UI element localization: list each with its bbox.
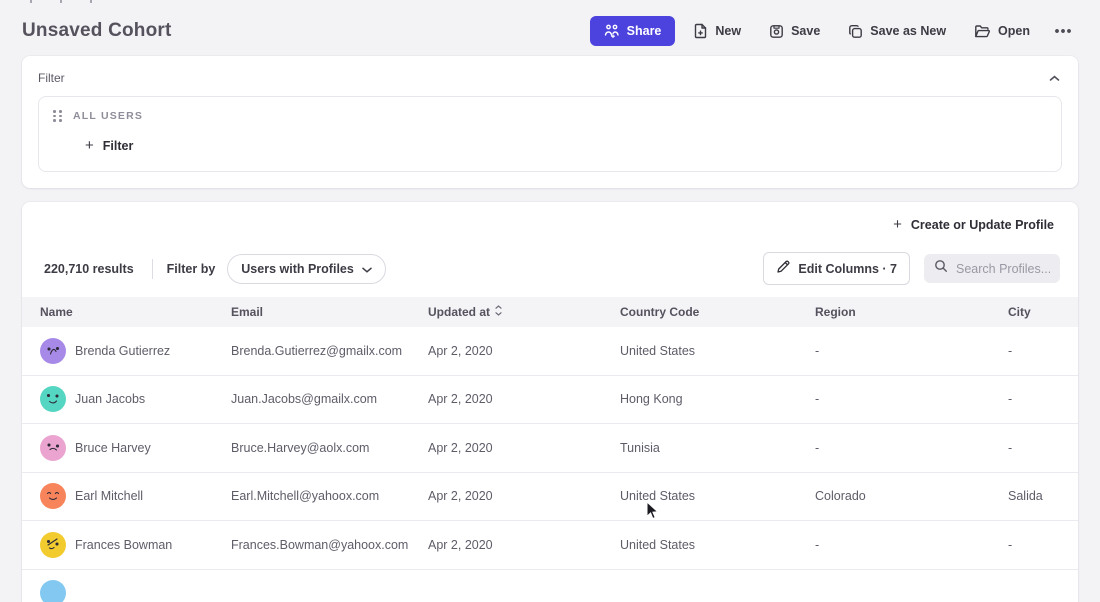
profile-country: United States xyxy=(620,344,815,358)
table-row[interactable]: Frances Bowman Frances.Bowman@yahoox.com… xyxy=(22,521,1078,570)
plus-icon: + xyxy=(893,217,902,232)
table-row[interactable]: Earl Mitchell Earl.Mitchell@yahoox.com A… xyxy=(22,473,1078,522)
avatar xyxy=(40,532,66,558)
plus-icon: + xyxy=(85,138,94,153)
table-row[interactable] xyxy=(22,570,1078,602)
avatar xyxy=(40,338,66,364)
search-icon xyxy=(934,259,948,278)
more-options-button[interactable] xyxy=(1048,21,1078,41)
avatar xyxy=(40,435,66,461)
profiles-panel: + Create or Update Profile 220,710 resul… xyxy=(22,202,1078,602)
new-button[interactable]: New xyxy=(683,16,751,46)
profile-region: - xyxy=(815,538,1008,552)
profile-country: Hong Kong xyxy=(620,392,815,406)
profile-region: - xyxy=(815,441,1008,455)
share-button[interactable]: Share xyxy=(590,16,676,46)
profile-city: - xyxy=(1008,392,1060,406)
page-title: Unsaved Cohort xyxy=(22,20,172,42)
table-row[interactable]: Bruce Harvey Bruce.Harvey@aolx.com Apr 2… xyxy=(22,424,1078,473)
open-button[interactable]: Open xyxy=(964,17,1040,46)
profile-country: United States xyxy=(620,489,815,503)
avatar xyxy=(40,386,66,412)
avatar xyxy=(40,483,66,509)
breadcrumb-clipped xyxy=(30,0,92,3)
column-header-email: Email xyxy=(231,305,428,319)
profile-email: Bruce.Harvey@aolx.com xyxy=(231,441,428,455)
pencil-icon xyxy=(776,260,790,277)
toolbar: Share New Save xyxy=(590,16,1078,46)
column-header-region: Region xyxy=(815,305,1008,319)
column-header-country-code: Country Code xyxy=(620,305,815,319)
filter-by-label: Filter by xyxy=(167,262,216,276)
edit-columns-button[interactable]: Edit Columns · 7 xyxy=(763,252,910,285)
duplicate-icon xyxy=(848,24,863,39)
profile-city: Salida xyxy=(1008,489,1060,503)
results-toolbar: 220,710 results Filter by Users with Pro… xyxy=(22,246,1078,297)
top-bar: Unsaved Cohort Share New xyxy=(0,0,1100,56)
profile-name: Earl Mitchell xyxy=(75,489,143,503)
profile-country: Tunisia xyxy=(620,441,815,455)
avatar xyxy=(40,580,66,602)
share-users-icon xyxy=(604,24,620,38)
add-filter-button[interactable]: + Filter xyxy=(85,138,133,153)
chevron-down-icon xyxy=(362,262,372,276)
profile-updated: Apr 2, 2020 xyxy=(428,489,620,503)
ellipsis-icon xyxy=(1054,28,1072,34)
results-count: 220,710 results xyxy=(40,262,138,276)
drag-handle-icon[interactable] xyxy=(53,110,62,122)
create-or-update-profile-button[interactable]: + Create or Update Profile xyxy=(893,217,1054,232)
search-profiles-box xyxy=(924,254,1060,283)
column-header-city: City xyxy=(1008,305,1060,319)
profile-name: Bruce Harvey xyxy=(75,441,151,455)
profile-region: Colorado xyxy=(815,489,1008,503)
profile-updated: Apr 2, 2020 xyxy=(428,392,620,406)
column-header-updated-at[interactable]: Updated at xyxy=(428,305,620,319)
table-row[interactable]: Juan Jacobs Juan.Jacobs@gmailx.com Apr 2… xyxy=(22,376,1078,425)
profile-name: Juan Jacobs xyxy=(75,392,145,406)
search-profiles-input[interactable] xyxy=(956,262,1050,276)
profile-country: United States xyxy=(620,538,815,552)
chevron-up-icon xyxy=(1049,70,1060,85)
column-header-name: Name xyxy=(40,305,231,319)
profile-region: - xyxy=(815,344,1008,358)
profile-email: Brenda.Gutierrez@gmailx.com xyxy=(231,344,428,358)
divider xyxy=(152,259,153,279)
folder-open-icon xyxy=(974,24,991,39)
profile-email: Frances.Bowman@yahoox.com xyxy=(231,538,428,552)
save-button[interactable]: Save xyxy=(759,17,830,46)
filter-group-all-users: ALL USERS + Filter xyxy=(38,96,1062,172)
profile-city: - xyxy=(1008,441,1060,455)
profile-city: - xyxy=(1008,344,1060,358)
sort-icon xyxy=(495,305,502,319)
filter-panel: Filter ALL USERS + Filter xyxy=(22,56,1078,188)
profile-name: Brenda Gutierrez xyxy=(75,344,170,358)
profiles-filter-dropdown[interactable]: Users with Profiles xyxy=(227,254,386,284)
filter-panel-label: Filter xyxy=(38,71,65,85)
profile-updated: Apr 2, 2020 xyxy=(428,538,620,552)
save-icon xyxy=(769,24,784,39)
profile-email: Juan.Jacobs@gmailx.com xyxy=(231,392,428,406)
profile-email: Earl.Mitchell@yahoox.com xyxy=(231,489,428,503)
save-as-new-button[interactable]: Save as New xyxy=(838,17,956,46)
new-file-icon xyxy=(693,23,708,39)
profile-name: Frances Bowman xyxy=(75,538,172,552)
profile-updated: Apr 2, 2020 xyxy=(428,441,620,455)
all-users-label: ALL USERS xyxy=(73,110,143,122)
table-header-row: Name Email Updated at Country Code Regio… xyxy=(22,297,1078,327)
profile-updated: Apr 2, 2020 xyxy=(428,344,620,358)
profile-region: - xyxy=(815,392,1008,406)
profile-city: - xyxy=(1008,538,1060,552)
collapse-filter-button[interactable] xyxy=(1047,68,1062,87)
table-row[interactable]: Brenda Gutierrez Brenda.Gutierrez@gmailx… xyxy=(22,327,1078,376)
